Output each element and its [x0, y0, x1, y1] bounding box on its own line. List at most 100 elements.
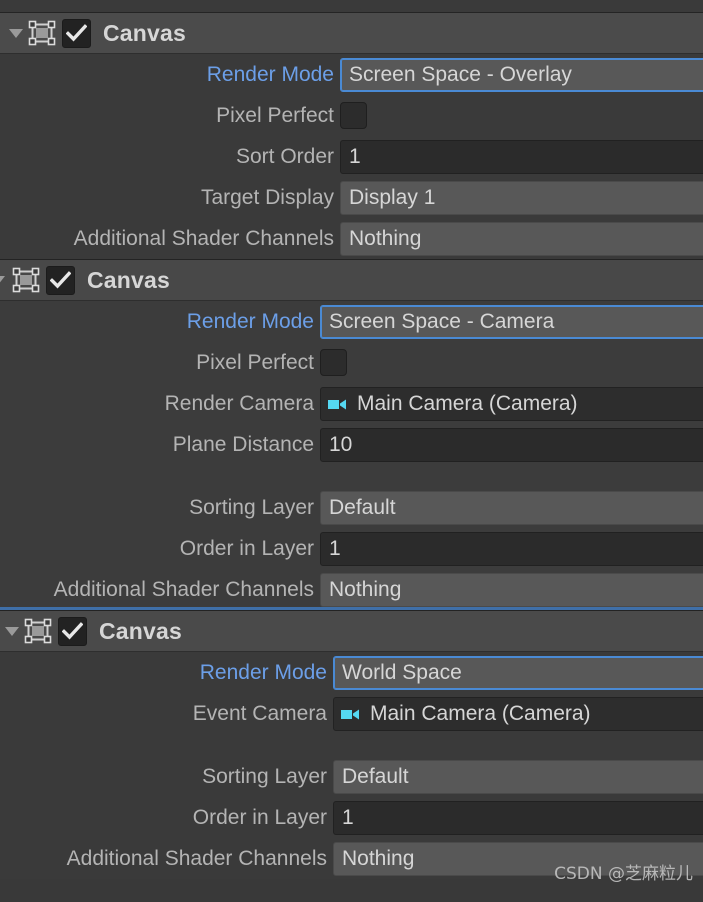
property-field: Nothing — [333, 838, 703, 879]
field-value-text: Default — [329, 495, 396, 519]
property-field — [320, 342, 703, 383]
dropdown-popup[interactable]: Screen Space - Overlay — [340, 57, 703, 92]
field-value-text: 1 — [349, 144, 361, 168]
text-input[interactable]: 1 — [320, 531, 703, 566]
dropdown-popup[interactable]: Default — [333, 759, 703, 794]
property-row: Order in Layer 1 — [0, 797, 703, 838]
inspector-panel: Canvas Render Mode Screen Space - Overlay P… — [0, 0, 703, 902]
text-input[interactable]: 1 — [333, 800, 703, 835]
property-label: Target Display — [200, 185, 334, 209]
property-row: Additional Shader Channels Nothing — [0, 218, 703, 259]
dropdown-popup[interactable]: Default — [320, 490, 703, 525]
property-label: Render Mode — [206, 62, 334, 86]
selection-highlight — [0, 607, 703, 610]
property-field — [340, 95, 703, 136]
dropdown-popup[interactable]: Nothing — [320, 572, 703, 607]
property-label: Render Mode — [199, 660, 327, 684]
property-row: Sorting Layer Default — [0, 756, 703, 797]
property-field: Nothing — [320, 569, 703, 610]
component-title: Canvas — [103, 19, 187, 46]
object-reference-field[interactable]: Main Camera (Camera) — [333, 696, 703, 731]
field-value-text: Main Camera (Camera) — [357, 391, 578, 415]
property-row: Order in Layer 1 — [0, 528, 703, 569]
property-label: Render Camera — [164, 391, 314, 415]
dropdown-popup[interactable]: Nothing — [333, 841, 703, 876]
field-value-text: Display 1 — [349, 185, 436, 209]
property-row: Event Camera Main Camera (Camera) — [0, 693, 703, 734]
property-row: Pixel Perfect — [0, 95, 703, 136]
property-field: World Space — [333, 652, 703, 693]
component-header[interactable]: Canvas — [0, 611, 703, 652]
property-label: Order in Layer — [192, 805, 327, 829]
property-label: Pixel Perfect — [196, 350, 314, 374]
component-title: Canvas — [99, 617, 183, 644]
property-field: 1 — [320, 528, 703, 569]
triangle-down-icon[interactable] — [0, 619, 24, 643]
property-label: Event Camera — [192, 701, 327, 725]
dropdown-popup[interactable]: Nothing — [340, 221, 703, 256]
property-row: Plane Distance 10 — [0, 424, 703, 465]
triangle-down-icon[interactable] — [4, 21, 28, 45]
field-value-text: 10 — [329, 432, 353, 456]
property-label: Plane Distance — [172, 432, 314, 456]
component-sections: Canvas Render Mode Screen Space - Overlay P… — [0, 13, 703, 879]
row-spacer — [0, 734, 703, 756]
property-row: Sorting Layer Default — [0, 487, 703, 528]
field-value-text: Default — [342, 764, 409, 788]
property-row: Sort Order 1 — [0, 136, 703, 177]
component-section-canvas-1: Canvas Render Mode Screen Space - Overlay P… — [0, 13, 703, 259]
field-value-text: 1 — [342, 805, 354, 829]
field-value-text: Nothing — [329, 577, 402, 601]
text-input[interactable]: 10 — [320, 427, 703, 462]
component-section-canvas-3: Canvas Render Mode World Space Event Camera… — [0, 611, 703, 879]
field-value-text: 1 — [329, 536, 341, 560]
property-label: Render Mode — [186, 309, 314, 333]
checkbox-toggle[interactable] — [340, 102, 367, 129]
property-field: Screen Space - Overlay — [340, 54, 703, 95]
component-enabled-checkbox[interactable] — [46, 265, 75, 295]
dropdown-popup[interactable]: World Space — [333, 655, 703, 690]
text-input[interactable]: 1 — [340, 139, 703, 174]
triangle-down-icon[interactable] — [0, 268, 12, 292]
object-reference-field[interactable]: Main Camera (Camera) — [320, 386, 703, 421]
property-field: Default — [320, 487, 703, 528]
component-title: Canvas — [87, 266, 171, 293]
property-label: Sorting Layer — [189, 495, 314, 519]
component-enabled-checkbox[interactable] — [62, 18, 91, 48]
canvas-icon — [28, 20, 56, 46]
canvas-icon — [24, 618, 52, 644]
property-row: Additional Shader Channels Nothing — [0, 838, 703, 879]
dropdown-popup[interactable]: Display 1 — [340, 180, 703, 215]
property-label: Order in Layer — [179, 536, 314, 560]
property-label: Additional Shader Channels — [53, 577, 314, 601]
property-row: Pixel Perfect — [0, 342, 703, 383]
property-field: Main Camera (Camera) — [320, 383, 703, 424]
property-label: Sort Order — [235, 144, 334, 168]
field-value-text: Main Camera (Camera) — [370, 701, 591, 725]
property-row: Render Mode Screen Space - Overlay — [0, 54, 703, 95]
checkbox-toggle[interactable] — [320, 349, 347, 376]
field-value-text: Nothing — [342, 846, 415, 870]
field-value-text: Screen Space - Camera — [329, 309, 555, 333]
component-section-canvas-2: Canvas Render Mode Screen Space - Camera Pi… — [0, 260, 703, 610]
property-row: Render Mode Screen Space - Camera — [0, 301, 703, 342]
property-field: Nothing — [340, 218, 703, 259]
property-field: Display 1 — [340, 177, 703, 218]
property-field: 1 — [333, 797, 703, 838]
camera-icon — [340, 706, 366, 722]
field-value-text: Screen Space - Overlay — [349, 62, 572, 86]
component-enabled-checkbox[interactable] — [58, 616, 87, 646]
component-header[interactable]: Canvas — [0, 13, 703, 54]
property-row: Render Camera Main Camera (Camera) — [0, 383, 703, 424]
property-row: Render Mode World Space — [0, 652, 703, 693]
field-value-text: Nothing — [349, 226, 422, 250]
component-header[interactable]: Canvas — [0, 260, 703, 301]
inspector-top-strip — [0, 0, 703, 13]
camera-icon — [327, 396, 353, 412]
dropdown-popup[interactable]: Screen Space - Camera — [320, 304, 703, 339]
field-value-text: World Space — [342, 660, 462, 684]
property-field: Default — [333, 756, 703, 797]
property-field: Screen Space - Camera — [320, 301, 703, 342]
property-field: 1 — [340, 136, 703, 177]
property-row: Target Display Display 1 — [0, 177, 703, 218]
